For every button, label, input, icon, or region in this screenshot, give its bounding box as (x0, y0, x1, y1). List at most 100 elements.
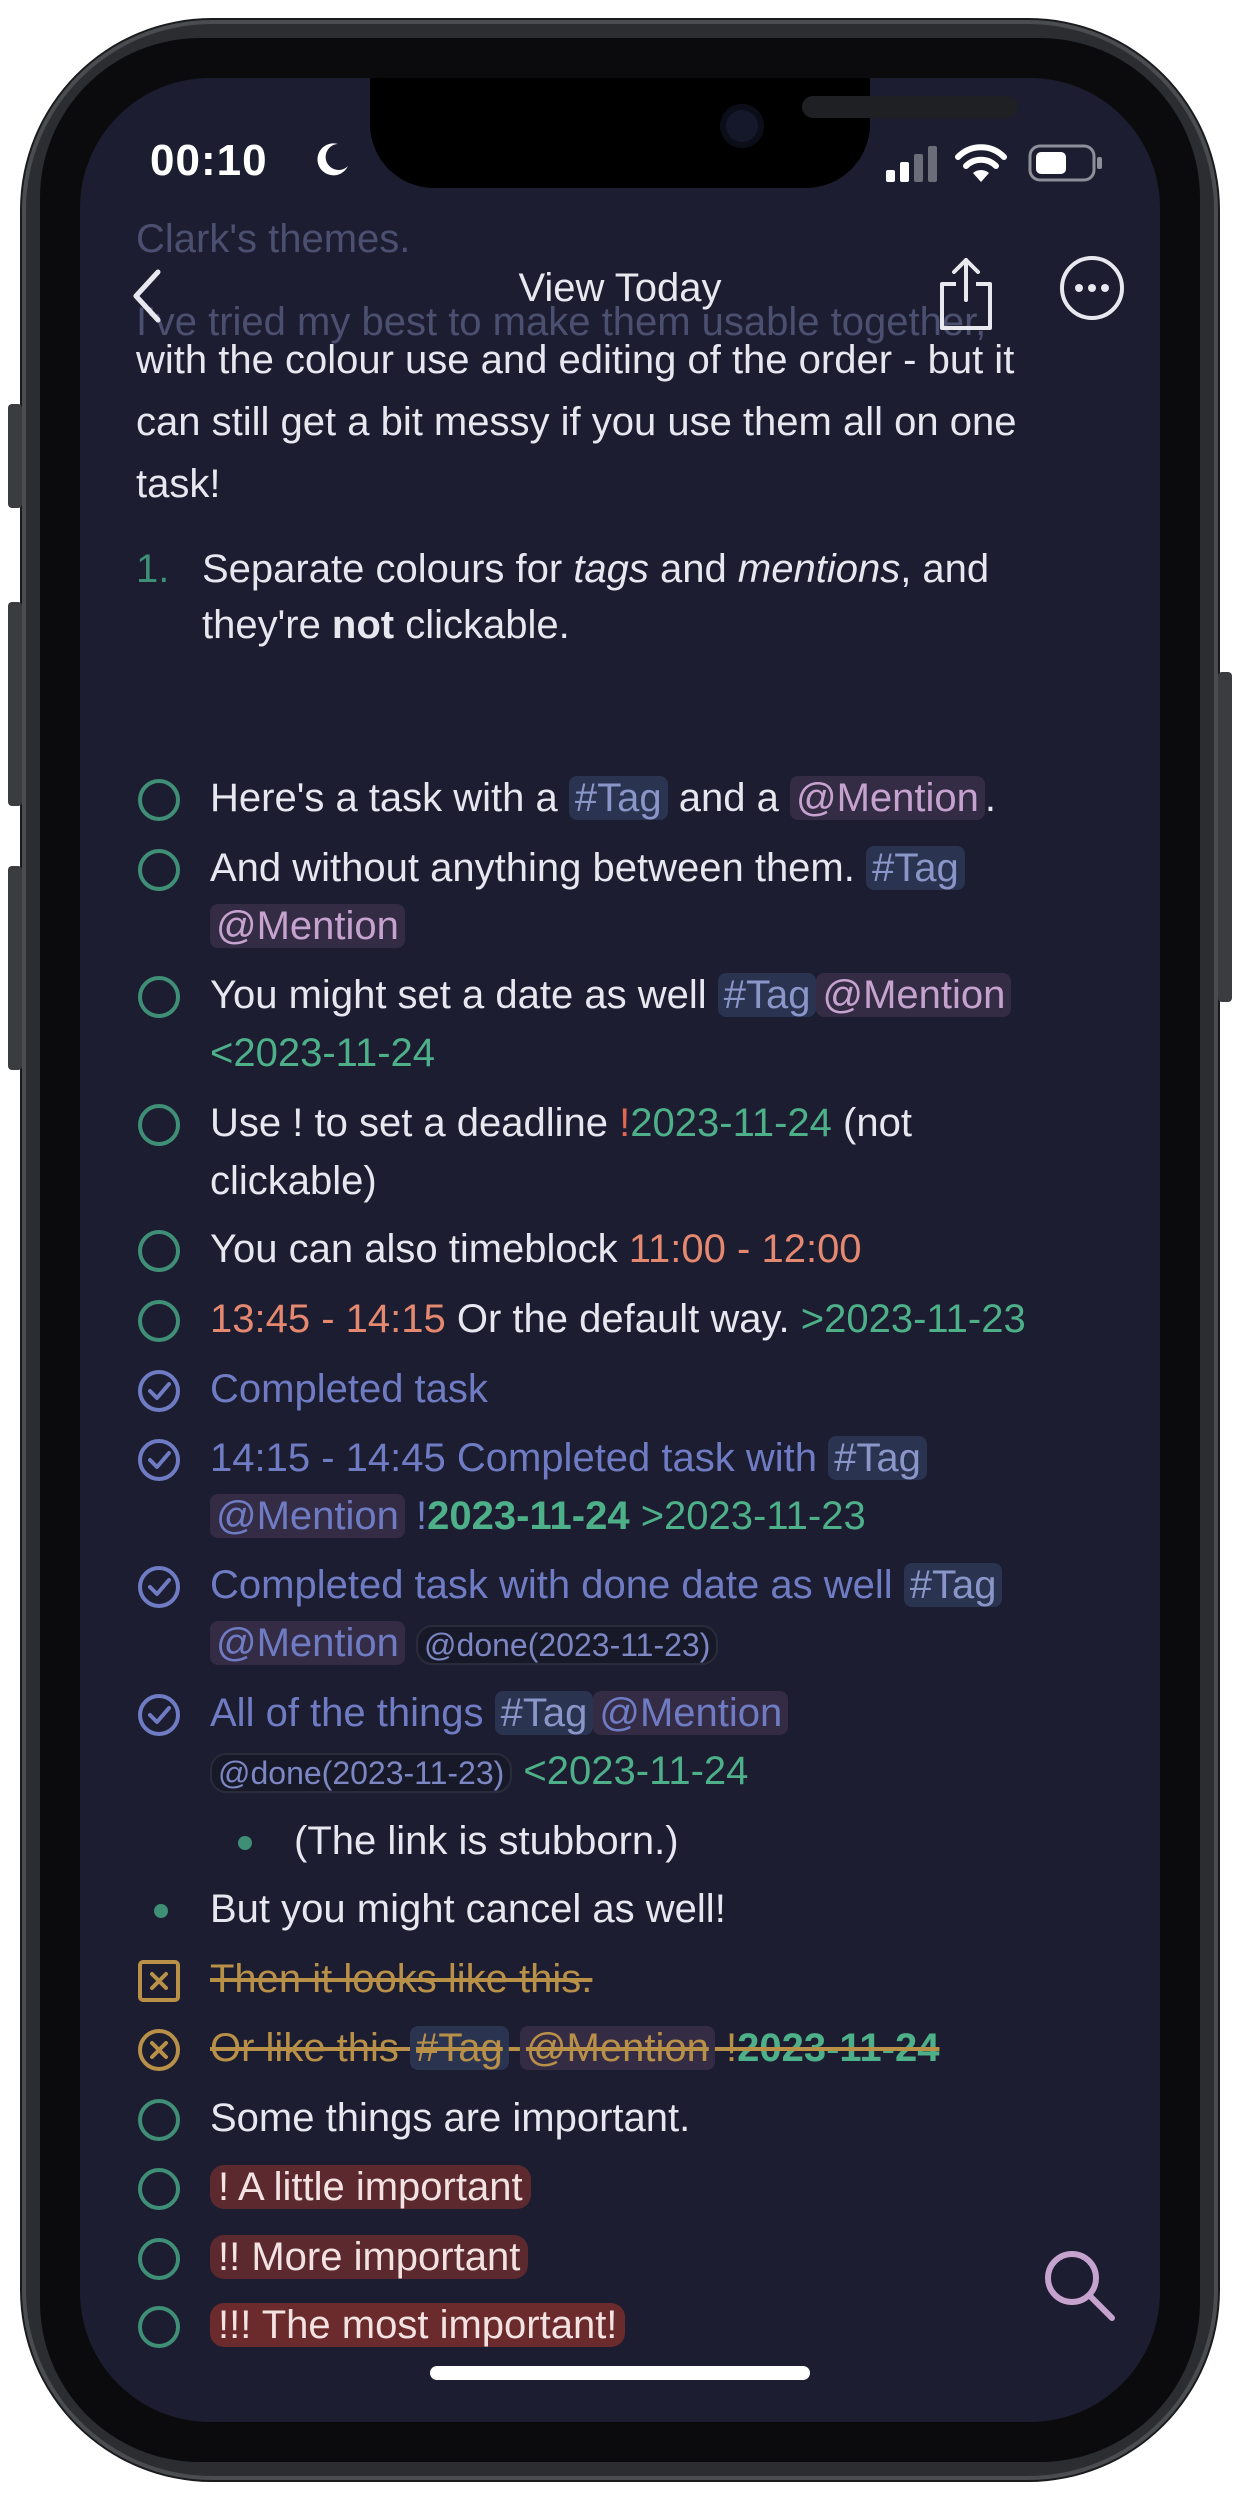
deadline-marker: ! (714, 2026, 738, 2070)
volume-up-button (8, 602, 22, 806)
open-task-circle-icon[interactable] (136, 1298, 182, 1344)
camera (720, 104, 764, 148)
open-task-circle-icon[interactable] (136, 777, 182, 823)
list-italic-mentions: mentions (737, 547, 901, 591)
battery-icon (1028, 144, 1102, 182)
list-text: they're (202, 603, 332, 647)
task-row[interactable]: Some things are important. (136, 2089, 1136, 2147)
deadline-date: 2023-11-24 (630, 1101, 832, 1145)
cancelled-square-icon[interactable] (136, 1958, 182, 2004)
scheduled-date: >2023-11-23 (629, 1494, 866, 1538)
bullet-text: But you might cancel as well! (210, 1887, 726, 1931)
power-button (1218, 672, 1232, 1002)
task-text: You can also timeblock (210, 1227, 629, 1271)
list-text: and (648, 547, 738, 591)
list-bold-not: not (331, 603, 395, 647)
intro-line: with the colour use and editing of the o… (136, 338, 1015, 382)
task-text: All of the things (210, 1691, 495, 1735)
done-date-chip: @done(2023-11-23) (210, 1753, 513, 1793)
tag-chip: #Tag (717, 973, 817, 1017)
speaker (802, 96, 1018, 118)
task-text: And without anything between them. (210, 846, 866, 890)
ordered-list-item: 1. Separate colours for tags and mention… (136, 541, 1116, 653)
open-task-circle-icon[interactable] (136, 974, 182, 1020)
note-content[interactable]: with the colour use and editing of the o… (136, 329, 1116, 653)
share-icon[interactable] (934, 254, 998, 334)
search-icon[interactable] (1040, 2246, 1118, 2324)
open-task-circle-icon[interactable] (136, 847, 182, 893)
open-task-circle-icon[interactable] (136, 2166, 182, 2212)
completed-task-row[interactable]: 14:15 - 14:45 Completed task with #Tag @M… (136, 1429, 1136, 1545)
task-row[interactable]: You might set a date as well #Tag @Mentio… (136, 966, 1136, 1082)
open-task-circle-icon[interactable] (136, 1102, 182, 1148)
task-text: Completed task (210, 1367, 488, 1411)
bullet-text: (The link is stubborn.) (294, 1819, 679, 1863)
mention-chip: @Mention (210, 904, 405, 948)
completed-task-row[interactable]: Completed task with done date as well #T… (136, 1556, 1136, 1674)
priority-text: !!! The most important! (210, 2303, 626, 2347)
signal-icon (886, 146, 937, 182)
tag-chip: #Tag (903, 1563, 1003, 1607)
open-task-circle-icon[interactable] (136, 2097, 182, 2143)
deadline-marker: ! (619, 1101, 631, 1145)
task-row[interactable]: Here's a task with a #Tag and a @Mention… (136, 769, 1136, 827)
cancelled-task-row[interactable]: Or like this #Tag @Mention !2023-11-24 (136, 2019, 1136, 2077)
bullet-dot-icon (238, 1836, 252, 1850)
deadline-date: 2023-11-24 (737, 2026, 940, 2070)
completed-task-row[interactable]: Completed task (136, 1360, 1136, 1418)
tag-chip: #Tag (568, 776, 668, 820)
task-text: Some things are important. (210, 2096, 691, 2140)
task-text: (not (831, 1101, 912, 1145)
checked-circle-icon[interactable] (136, 1564, 182, 1610)
open-task-circle-icon[interactable] (136, 1228, 182, 1274)
bullet-dot-icon (154, 1904, 168, 1918)
mention-chip: @Mention (816, 973, 1012, 1017)
task-text: Use ! to set a deadline (210, 1101, 620, 1145)
priority-text: ! A little important (210, 2165, 531, 2209)
bullet-row[interactable]: But you might cancel as well! (136, 1880, 1136, 1938)
deadline-marker: ! (416, 1494, 428, 1538)
priority-task-row[interactable]: !! More important (136, 2228, 1136, 2286)
intro-line: task! (136, 462, 221, 506)
more-icon[interactable] (1058, 254, 1126, 322)
task-text: Then it looks like this. (210, 1957, 593, 2001)
status-time: 00:10 (150, 136, 268, 185)
tag-chip: #Tag (828, 1436, 927, 1480)
done-date-chip: @done(2023-11-23) (416, 1625, 719, 1665)
bullet-row[interactable]: (The link is stubborn.) (220, 1812, 1120, 1870)
tag-chip: #Tag (494, 1691, 594, 1735)
cancelled-circle-icon[interactable] (136, 2027, 182, 2073)
checked-circle-icon[interactable] (136, 1368, 182, 1414)
task-text: 14:15 - 14:45 Completed task with (210, 1436, 829, 1480)
priority-task-row[interactable]: ! A little important (136, 2158, 1136, 2216)
checked-circle-icon[interactable] (136, 1437, 182, 1483)
open-task-circle-icon[interactable] (136, 2304, 182, 2350)
mention-chip: @Mention (210, 1621, 405, 1665)
cancelled-task-row[interactable]: Then it looks like this. (136, 1950, 1136, 2008)
priority-task-row[interactable]: !!! The most important! (136, 2296, 1136, 2354)
screen: Clark's themes. I've tried my best to ma… (80, 78, 1160, 2422)
tag-chip: #Tag (410, 2026, 509, 2070)
scheduled-date: >2023-11-23 (800, 1297, 1026, 1341)
timeblock: 13:45 - 14:15 (210, 1297, 446, 1341)
list-number: 1. (136, 547, 170, 591)
task-row[interactable]: Use ! to set a deadline !2023-11-24 (not… (136, 1094, 1136, 1210)
checked-circle-icon[interactable] (136, 1692, 182, 1738)
open-task-circle-icon[interactable] (136, 2236, 182, 2282)
completed-task-row[interactable]: All of the things #Tag @Mention @done(2023… (136, 1684, 1136, 1802)
wifi-icon (955, 144, 1007, 182)
task-row[interactable]: You can also timeblock 11:00 - 12:00 (136, 1220, 1136, 1278)
list-text: Separate colours for (202, 547, 574, 591)
task-text: Completed task with done date as well (210, 1563, 904, 1607)
intro-line: can still get a bit messy if you use the… (136, 400, 1017, 444)
timeblock: 11:00 - 12:00 (628, 1227, 862, 1271)
home-indicator[interactable] (430, 2366, 810, 2380)
mention-chip: @Mention (519, 2026, 715, 2070)
task-row[interactable]: 13:45 - 14:15 Or the default way. >2023-… (136, 1290, 1136, 1348)
task-row[interactable]: And without anything between them. #Tag @… (136, 839, 1136, 955)
task-text: . (984, 776, 997, 820)
volume-down-button (8, 866, 22, 1070)
task-text: Or like this (210, 2026, 411, 2070)
priority-text: !! More important (210, 2235, 529, 2279)
tag-chip: #Tag (865, 846, 965, 890)
